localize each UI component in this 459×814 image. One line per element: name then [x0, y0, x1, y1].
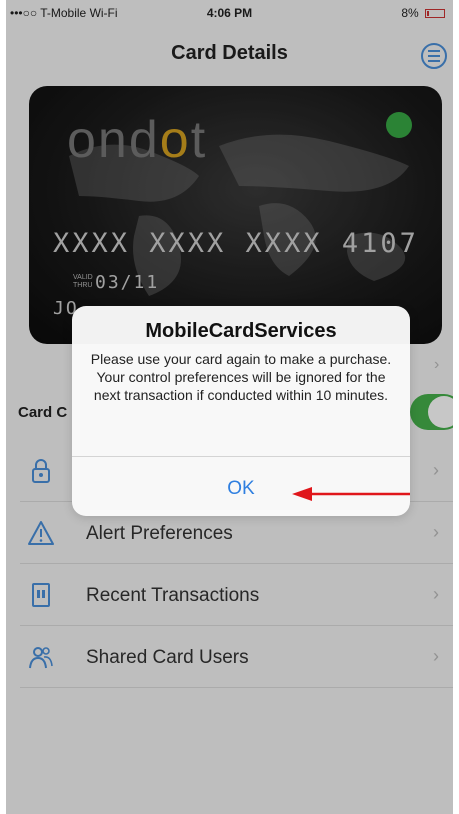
red-arrow-icon	[292, 487, 410, 501]
alert-message: Please use your card again to make a pur…	[90, 351, 392, 403]
alert-title: MobileCardServices	[145, 320, 337, 342]
app-screen: •••○○ T-Mobile Wi-Fi 4:06 PM 8% Card Det…	[6, 0, 453, 814]
